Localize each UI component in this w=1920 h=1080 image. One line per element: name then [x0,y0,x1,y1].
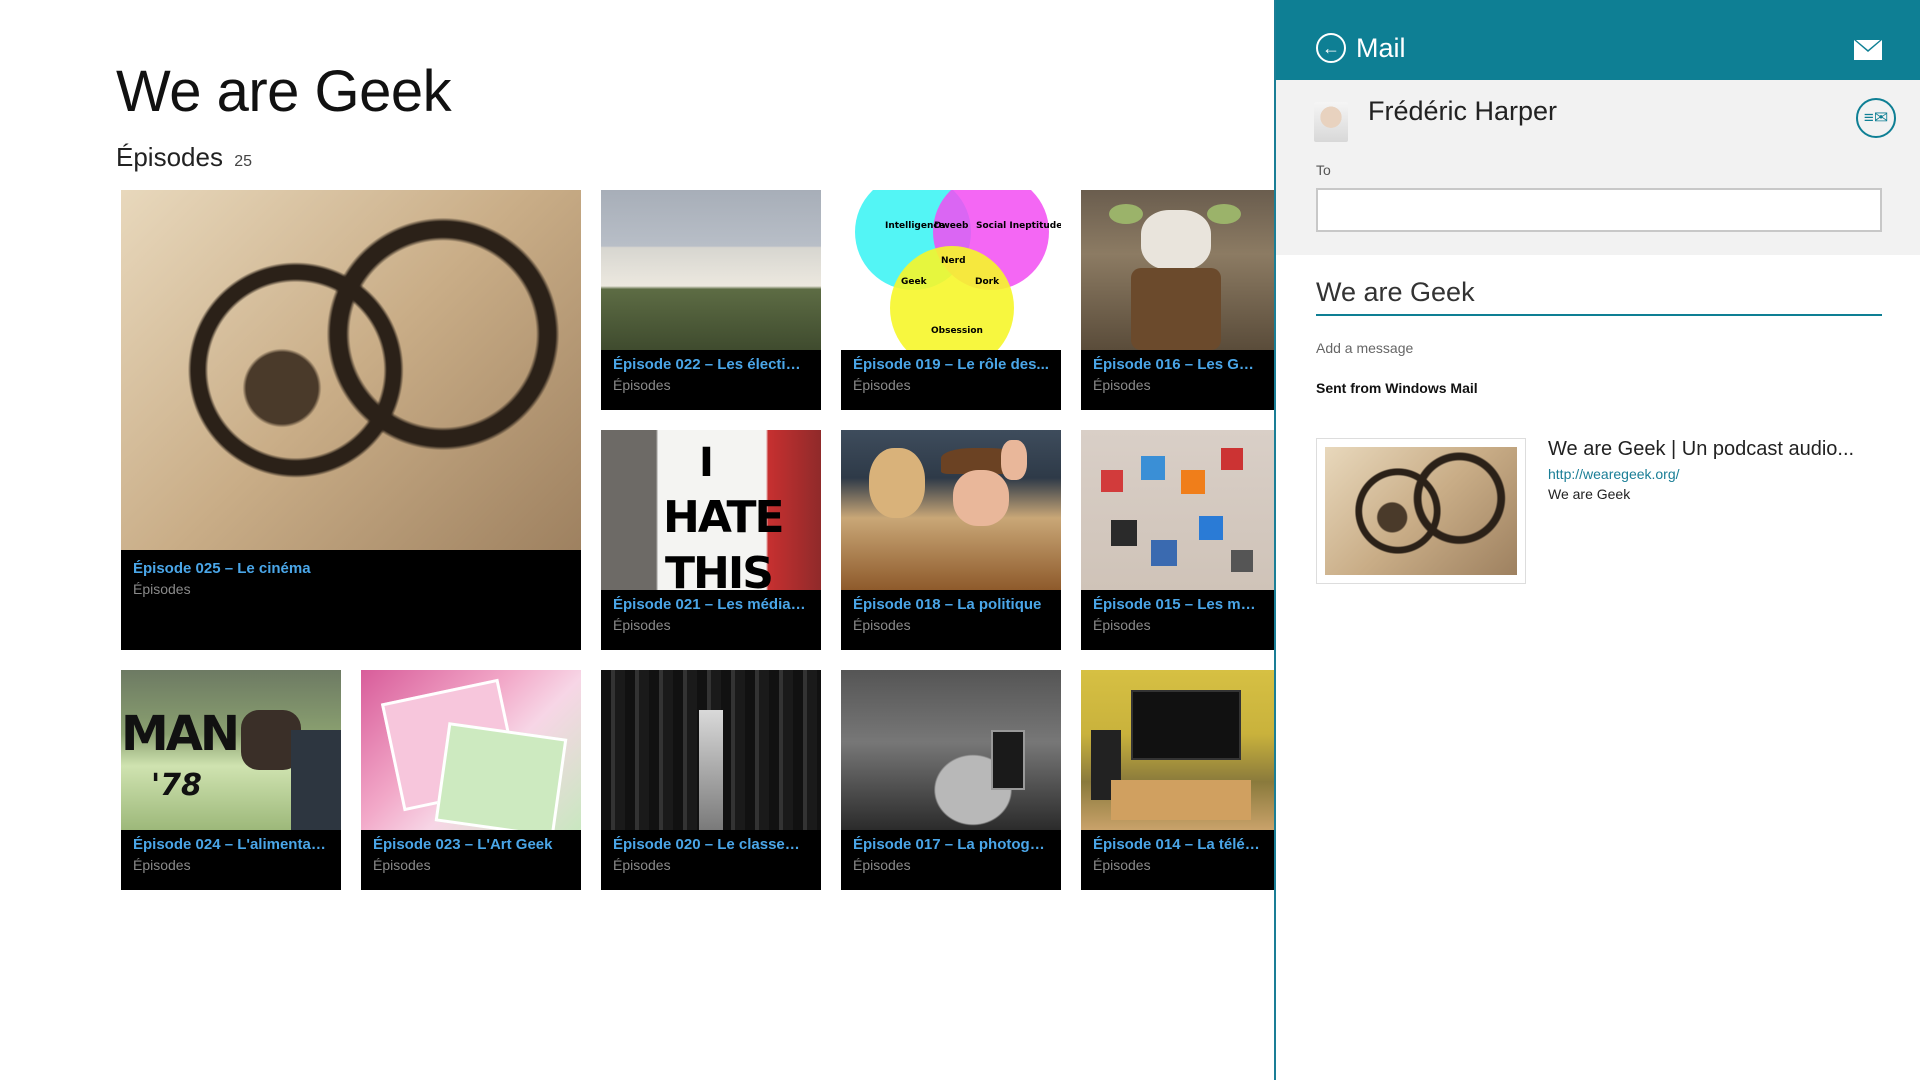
share-pane-title: Mail [1356,33,1406,63]
tile-title: Épisode 016 – Les Geeks [1093,356,1262,373]
venn-label-obsession: Obsession [931,326,983,336]
tile-image [601,190,821,350]
tile-caption: Épisode 016 – Les Geeks Épisodes [1081,350,1274,410]
tile-caption: Épisode 021 – Les médias... Épisodes [601,590,821,650]
tile-image [361,670,581,838]
episode-tile[interactable]: Intelligence Social Ineptitude Dweeb Ner… [841,190,1061,410]
tile-title: Épisode 021 – Les médias... [613,596,809,613]
link-preview: We are Geek | Un podcast audio... http:/… [1316,438,1882,586]
tile-image [1081,430,1274,590]
preview-thumbnail [1316,438,1526,584]
tile-image [841,430,1061,590]
tile-caption: Épisode 025 – Le cinéma Épisodes [121,550,581,650]
tile-subtitle: Épisodes [853,377,911,393]
truck-text-1: MAN [121,706,240,762]
tile-caption: Épisode 015 – Les médias... Épisodes [1081,590,1274,650]
tile-title: Épisode 018 – La politique [853,596,1042,613]
tile-subtitle: Épisodes [853,617,911,633]
episode-tile[interactable]: Épisode 018 – La politique Épisodes [841,430,1061,650]
tile-caption: Épisode 014 – La télévision Épisodes [1081,830,1274,890]
tile-image: I HATE THIS [601,430,821,599]
from-name[interactable]: Frédéric Harper [1368,96,1557,127]
tile-subtitle: Épisodes [133,581,191,597]
episode-tile[interactable]: Épisode 023 – L'Art Geek Épisodes [361,670,581,890]
section-label: Épisodes [116,142,223,172]
tile-subtitle: Épisodes [1093,377,1151,393]
tile-caption: Épisode 024 – L'alimentati... Épisodes [121,830,341,890]
tile-caption: Épisode 022 – Les élection... Épisodes [601,350,821,410]
tile-title: Épisode 023 – L'Art Geek [373,836,553,853]
tile-image [121,190,581,550]
preview-link[interactable]: http://wearegeek.org/ [1548,466,1680,482]
switch-account-button[interactable]: ≡✉ [1856,98,1896,138]
episode-tile[interactable]: Épisode 025 – Le cinéma Épisodes [121,190,581,650]
sign-text-1: I [699,440,714,486]
subject-field[interactable] [1316,270,1882,316]
venn-label-dweeb: Dweeb [934,221,969,231]
tile-caption: Épisode 017 – La photogra... Épisodes [841,830,1061,890]
tile-title: Épisode 014 – La télévision [1093,836,1262,853]
episode-tile[interactable]: MAN '78 Épisode 024 – L'alimentati... Ép… [121,670,341,890]
tile-title: Épisode 022 – Les élection... [613,356,809,373]
tile-subtitle: Épisodes [133,857,191,873]
venn-diagram: Intelligence Social Ineptitude Dweeb Ner… [855,190,1061,370]
tile-subtitle: Épisodes [613,857,671,873]
tile-image: MAN '78 [121,670,341,830]
tile-subtitle: Épisodes [613,617,671,633]
venn-label-social: Social Ineptitude [976,221,1061,231]
tile-subtitle: Épisodes [1093,857,1151,873]
tile-image [1081,190,1274,350]
share-pane-header: ← Mail [1276,0,1920,80]
truck-text-2: '78 [151,768,202,803]
episode-tile[interactable]: Épisode 022 – Les élection... Épisodes [601,190,821,410]
section-header[interactable]: Épisodes 25 [116,142,252,173]
to-label: To [1316,162,1331,178]
arrow-left-icon: ← [1322,37,1340,58]
tile-title: Épisode 020 – Le classeme... [613,836,809,853]
to-field[interactable] [1316,188,1882,232]
tile-subtitle: Épisodes [373,857,431,873]
signature: Sent from Windows Mail [1316,380,1478,396]
venn-label-dork: Dork [975,277,1000,287]
tile-title: Épisode 025 – Le cinéma [133,560,311,577]
episode-tile[interactable]: Épisode 015 – Les médias... Épisodes [1081,430,1274,650]
from-area: Frédéric Harper ≡✉ To [1276,80,1920,255]
page-title: We are Geek [116,59,452,124]
episode-tile[interactable]: Épisode 014 – La télévision Épisodes [1081,670,1274,890]
venn-label-nerd: Nerd [941,256,966,266]
mail-list-icon: ≡✉ [1863,108,1889,127]
message-field[interactable]: Add a message [1316,340,1882,356]
tile-subtitle: Épisodes [1093,617,1151,633]
tile-image [841,670,1061,830]
tile-subtitle: Épisodes [853,857,911,873]
share-pane: ← Mail Frédéric Harper ≡✉ To Add a messa… [1274,0,1920,1080]
episode-tile[interactable]: Épisode 016 – Les Geeks Épisodes [1081,190,1274,410]
tile-title: Épisode 019 – Le rôle des... [853,356,1049,373]
section-count: 25 [234,153,252,170]
tile-caption: Épisode 018 – La politique Épisodes [841,590,1061,650]
venn-label-geek: Geek [901,277,928,287]
preview-description: We are Geek [1548,486,1631,502]
tile-caption: Épisode 020 – Le classeme... Épisodes [601,830,821,890]
episode-tile[interactable]: Épisode 017 – La photogra... Épisodes [841,670,1061,890]
tile-image [1081,670,1274,830]
avatar [1314,102,1348,142]
preview-title: We are Geek | Un podcast audio... [1548,438,1855,460]
back-button[interactable]: ← [1316,33,1346,63]
tile-title: Épisode 017 – La photogra... [853,836,1049,853]
tile-title: Épisode 024 – L'alimentati... [133,836,329,853]
app-root: We are Geek Épisodes 25 Épisode 025 – Le… [0,0,1920,1080]
sign-text-2: HATE [663,492,785,543]
tile-subtitle: Épisodes [613,377,671,393]
episode-tile[interactable]: I HATE THIS Épisode 021 – Les médias... … [601,430,821,650]
tile-caption: Épisode 023 – L'Art Geek Épisodes [361,830,581,890]
tile-image: Intelligence Social Ineptitude Dweeb Ner… [841,190,1061,370]
tile-image [601,670,821,830]
preview-image [1325,447,1517,575]
envelope-icon[interactable] [1854,40,1882,60]
tile-caption: Épisode 019 – Le rôle des... Épisodes [841,350,1061,410]
episode-tile[interactable]: Épisode 020 – Le classeme... Épisodes [601,670,821,890]
tile-title: Épisode 015 – Les médias... [1093,596,1262,613]
